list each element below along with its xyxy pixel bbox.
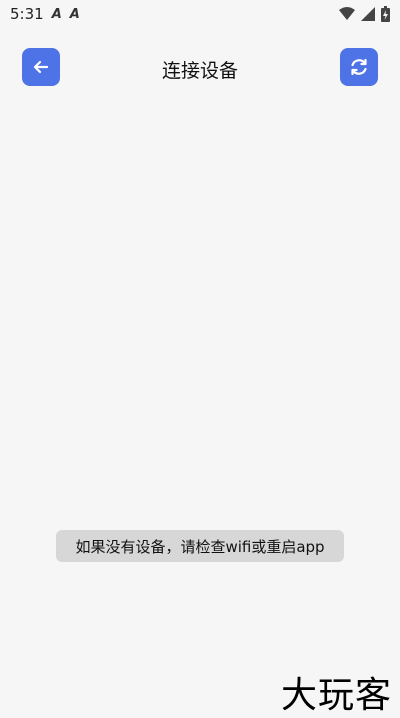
- notification-icon-a: A: [51, 6, 62, 22]
- notification-icon-a-2: A: [69, 6, 80, 22]
- status-bar: 5:31 A A: [0, 0, 400, 28]
- status-right: [339, 6, 390, 22]
- signal-icon: [361, 7, 375, 21]
- status-time: 5:31: [10, 5, 44, 23]
- watermark-logo: 大玩客: [280, 675, 392, 716]
- status-left: 5:31 A A: [10, 5, 80, 23]
- refresh-icon: [351, 58, 367, 76]
- refresh-button[interactable]: [340, 48, 378, 86]
- header: 连接设备: [0, 48, 400, 88]
- toast-message: 如果没有设备，请检查wifi或重启app: [56, 530, 344, 562]
- wifi-icon: [339, 7, 355, 20]
- battery-icon: [381, 6, 390, 22]
